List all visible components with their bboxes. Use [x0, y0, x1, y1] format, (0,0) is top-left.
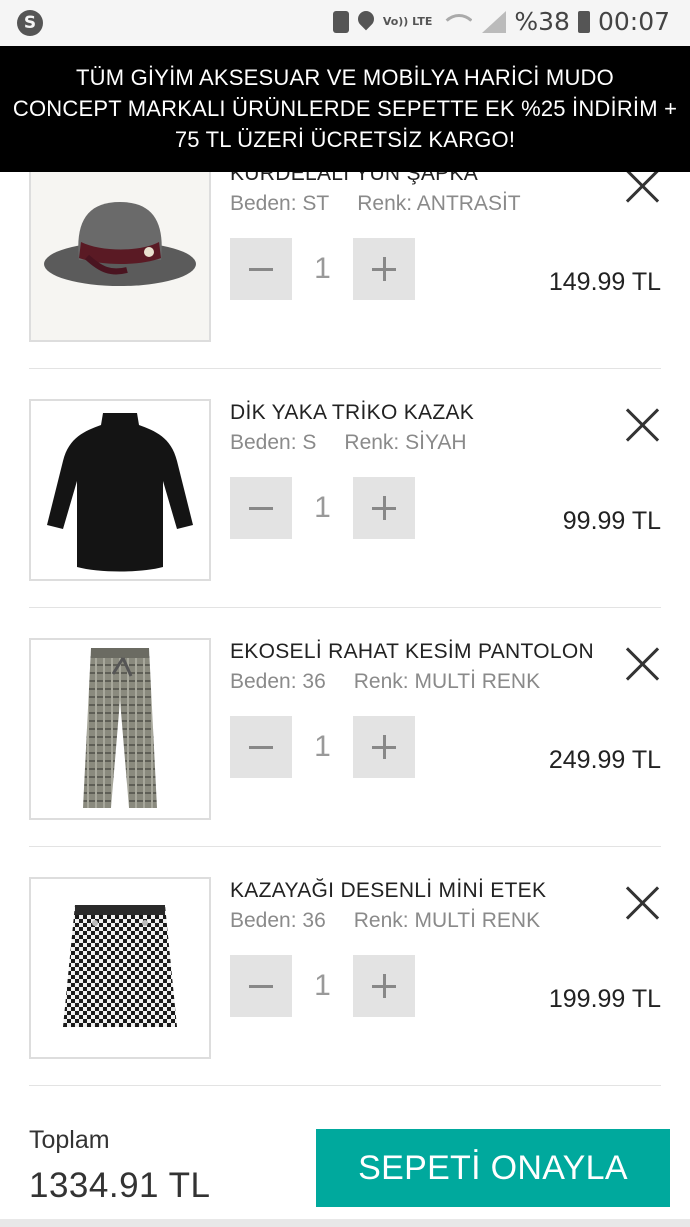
sweater-image — [31, 401, 209, 579]
battery-percent: %38 — [514, 7, 570, 36]
product-attributes: Beden: 36 Renk: MULTİ RENK — [230, 670, 540, 694]
quantity-value: 1 — [314, 491, 331, 524]
cart-item: KAZAYAĞI DESENLİ MİNİ ETEK Beden: 36 Renk… — [29, 847, 661, 1086]
product-color: Renk: SİYAH — [344, 431, 467, 454]
increase-quantity-button[interactable] — [353, 477, 415, 539]
product-image-sweater[interactable] — [29, 399, 211, 581]
product-price: 149.99 TL — [548, 268, 661, 296]
product-size: Beden: 36 — [230, 670, 326, 693]
volte-icon: Vo)) LTE — [382, 15, 433, 28]
product-image-skirt[interactable] — [29, 877, 211, 1059]
quantity-stepper: 1 — [230, 238, 415, 300]
quantity-value: 1 — [314, 252, 331, 285]
product-size: Beden: 36 — [230, 909, 326, 932]
cart-item: DİK YAKA TRİKO KAZAK Beden: S Renk: SİYAH… — [29, 369, 661, 608]
clock: 00:07 — [597, 7, 670, 36]
quantity-value: 1 — [314, 730, 331, 763]
promo-line: 75 TL ÜZERİ ÜCRETSİZ KARGO! — [174, 127, 516, 152]
promo-line: TÜM GİYİM AKSESUAR VE MOBİLYA HARİCİ MUD… — [76, 65, 614, 90]
decrease-quantity-button[interactable] — [230, 477, 292, 539]
decrease-quantity-button[interactable] — [230, 955, 292, 1017]
remove-item-icon[interactable] — [625, 168, 661, 204]
product-attributes: Beden: 36 Renk: MULTİ RENK — [230, 909, 540, 933]
trousers-image — [31, 640, 209, 818]
product-attributes: Beden: ST Renk: ANTRASİT — [230, 192, 521, 216]
promo-banner: TÜM GİYİM AKSESUAR VE MOBİLYA HARİCİ MUD… — [0, 46, 690, 172]
quantity-stepper: 1 — [230, 477, 415, 539]
product-price: 249.99 TL — [548, 746, 661, 774]
product-name: KAZAYAĞI DESENLİ MİNİ ETEK — [230, 879, 547, 902]
product-name: EKOSELİ RAHAT KESİM PANTOLON — [230, 640, 594, 663]
hat-image — [31, 162, 209, 340]
decrease-quantity-button[interactable] — [230, 716, 292, 778]
total-label: Toplam — [29, 1126, 110, 1154]
product-attributes: Beden: S Renk: SİYAH — [230, 431, 467, 455]
remove-item-icon[interactable] — [625, 646, 661, 682]
increase-quantity-button[interactable] — [353, 716, 415, 778]
wifi-icon — [440, 10, 473, 34]
status-bar: Vo)) LTE %38 00:07 — [0, 0, 690, 46]
quantity-stepper: 1 — [230, 716, 415, 778]
product-name: DİK YAKA TRİKO KAZAK — [230, 401, 475, 424]
status-icons: Vo)) LTE %38 00:07 — [332, 7, 670, 36]
cart-item: EKOSELİ RAHAT KESİM PANTOLON Beden: 36 Re… — [29, 608, 661, 847]
bottom-strip — [0, 1219, 690, 1227]
product-price: 199.99 TL — [548, 985, 661, 1013]
location-icon — [357, 11, 375, 33]
cart-footer: Toplam 1334.91 TL SEPETİ ONAYLA — [0, 1108, 690, 1227]
skirt-image — [31, 879, 209, 1057]
product-color: Renk: MULTİ RENK — [353, 670, 541, 693]
remove-item-icon[interactable] — [625, 885, 661, 921]
product-size: Beden: S — [230, 431, 317, 454]
product-color: Renk: ANTRASİT — [357, 192, 521, 215]
promo-line: CONCEPT MARKALI ÜRÜNLERDE SEPETTE EK %25… — [12, 96, 678, 121]
total-value: 1334.91 TL — [29, 1166, 211, 1205]
quantity-value: 1 — [314, 969, 331, 1002]
increase-quantity-button[interactable] — [353, 238, 415, 300]
decrease-quantity-button[interactable] — [230, 238, 292, 300]
remove-item-icon[interactable] — [625, 407, 661, 443]
shazam-icon — [17, 10, 43, 36]
product-size: Beden: ST — [230, 192, 330, 215]
product-image-trousers[interactable] — [29, 638, 211, 820]
product-image-hat[interactable] — [29, 160, 211, 342]
quantity-stepper: 1 — [230, 955, 415, 1017]
battery-icon — [577, 10, 590, 33]
increase-quantity-button[interactable] — [353, 955, 415, 1017]
product-price: 99.99 TL — [562, 507, 661, 535]
confirm-cart-button[interactable]: SEPETİ ONAYLA — [316, 1129, 670, 1207]
cart-list: KURDELALI YÜN ŞAPKA Beden: ST Renk: ANTRA… — [0, 130, 690, 1086]
product-color: Renk: MULTİ RENK — [353, 909, 541, 932]
signal-icon — [480, 10, 507, 33]
lock-icon — [332, 10, 349, 33]
